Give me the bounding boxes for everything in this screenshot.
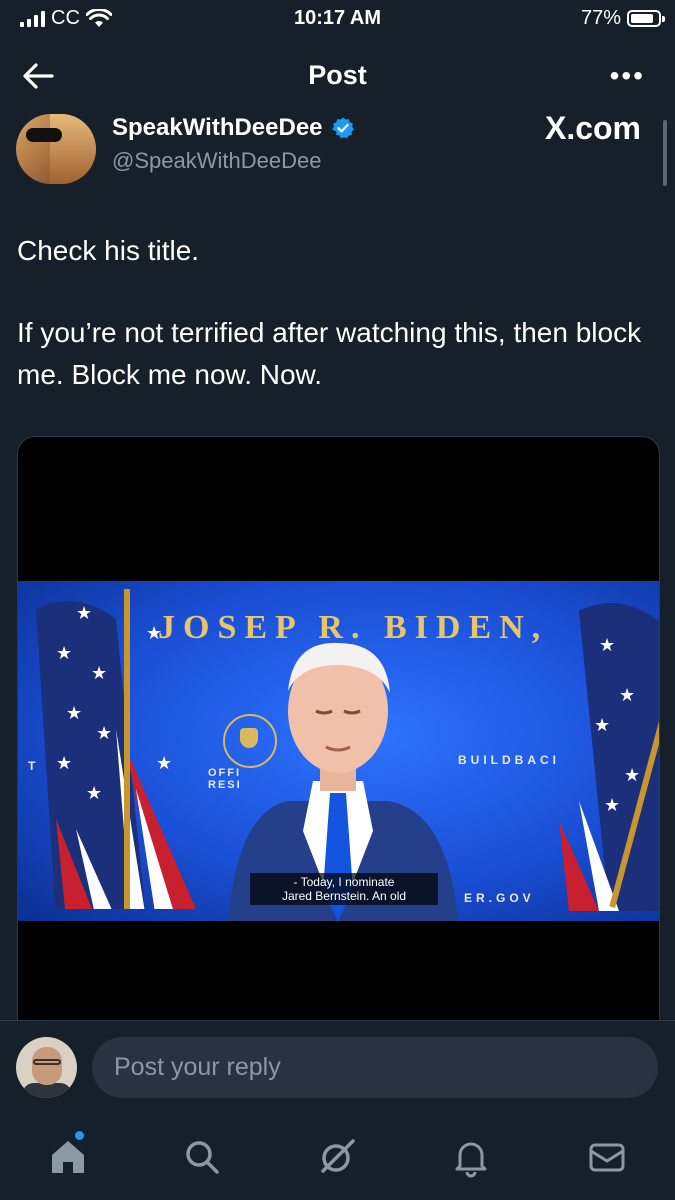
svg-text:★: ★ bbox=[86, 783, 102, 803]
svg-text:★: ★ bbox=[56, 753, 72, 773]
search-icon[interactable] bbox=[180, 1135, 224, 1179]
nav-notifications[interactable] bbox=[449, 1135, 493, 1179]
svg-text:★: ★ bbox=[56, 643, 72, 663]
video-caption: - Today, I nominate Jared Bernstein. An … bbox=[250, 873, 438, 905]
svg-text:★: ★ bbox=[96, 723, 112, 743]
caption-line: Jared Bernstein. An old bbox=[281, 889, 407, 903]
author-name-row[interactable]: SpeakWithDeeDee bbox=[112, 114, 355, 142]
verified-badge-icon bbox=[331, 117, 354, 139]
more-options-button[interactable]: ••• bbox=[610, 60, 645, 92]
caption-line: - Today, I nominate bbox=[293, 875, 395, 889]
svg-text:★: ★ bbox=[604, 795, 620, 815]
reply-bar bbox=[0, 1020, 675, 1117]
clock: 10:17 AM bbox=[293, 7, 382, 29]
tweet-text: Check his title. If you’re not terrified… bbox=[17, 230, 657, 396]
notifications-icon[interactable] bbox=[449, 1135, 493, 1179]
reply-input[interactable] bbox=[92, 1037, 658, 1098]
video-player[interactable]: ★ ★ ★ ★ ★ ★ ★ ★ ★ ★ ★ ★ ★ ★ JOSEP R. BID… bbox=[17, 436, 660, 1038]
nav-grok[interactable] bbox=[315, 1135, 359, 1179]
american-flag-right: ★ ★ ★ ★ ★ bbox=[559, 603, 659, 911]
author-avatar[interactable] bbox=[16, 114, 96, 184]
grok-icon[interactable] bbox=[315, 1135, 359, 1179]
battery-percent: 77% bbox=[580, 7, 621, 29]
status-bar: CC 10:17 AM 77% bbox=[0, 0, 675, 40]
top-header: Post ••• bbox=[0, 52, 675, 100]
scrollbar[interactable] bbox=[663, 120, 667, 186]
page-title: Post bbox=[308, 60, 367, 90]
svg-text:★: ★ bbox=[594, 715, 610, 735]
tweet-paragraph: Check his title. bbox=[17, 235, 200, 266]
backdrop-text-bottom: ER.GOV bbox=[464, 891, 535, 905]
svg-text:★: ★ bbox=[619, 685, 635, 705]
home-icon[interactable] bbox=[46, 1135, 90, 1179]
backdrop-text-right: BUILDBACI bbox=[458, 753, 560, 767]
nav-search[interactable] bbox=[180, 1135, 224, 1179]
svg-text:★: ★ bbox=[624, 765, 640, 785]
backdrop-letter: T bbox=[28, 759, 36, 773]
messages-icon[interactable] bbox=[585, 1135, 629, 1179]
tweet-paragraph: If you’re not terrified after watching t… bbox=[17, 317, 642, 390]
svg-text:★: ★ bbox=[76, 603, 92, 623]
bottom-nav bbox=[0, 1117, 675, 1200]
author-handle[interactable]: @SpeakWithDeeDee bbox=[112, 148, 321, 174]
svg-text:★: ★ bbox=[156, 753, 172, 773]
status-right: 77% bbox=[580, 7, 665, 30]
current-user-avatar[interactable] bbox=[16, 1037, 77, 1098]
x-com-watermark: X.com bbox=[544, 110, 641, 146]
video-frame: ★ ★ ★ ★ ★ ★ ★ ★ ★ ★ ★ ★ ★ ★ JOSEP R. BID… bbox=[18, 581, 659, 921]
nav-messages[interactable] bbox=[585, 1135, 629, 1179]
svg-text:★: ★ bbox=[91, 663, 107, 683]
svg-text:★: ★ bbox=[599, 635, 615, 655]
author-display-name[interactable]: SpeakWithDeeDee bbox=[112, 114, 323, 142]
battery-icon bbox=[627, 10, 665, 27]
svg-text:★: ★ bbox=[66, 703, 82, 723]
nav-home[interactable] bbox=[46, 1131, 90, 1179]
notification-dot bbox=[75, 1131, 84, 1140]
